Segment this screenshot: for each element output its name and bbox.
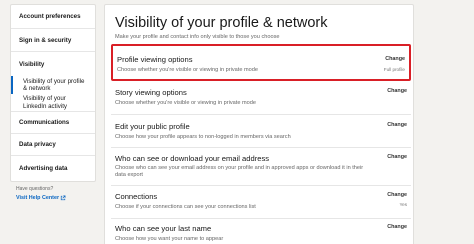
- setting-description: Choose who can see your email address on…: [115, 165, 364, 178]
- setting-row-profile-viewing[interactable]: Profile viewing options Choose whether y…: [111, 44, 411, 81]
- help-center-label: Visit Help Center: [16, 195, 60, 201]
- sidebar-item-account-preferences[interactable]: Account preferences: [11, 5, 95, 29]
- help-question: Have questions?: [16, 186, 54, 192]
- sidebar-item-communications[interactable]: Communications: [11, 112, 95, 134]
- setting-description: Choose how your profile appears to non-l…: [115, 134, 291, 140]
- setting-row-connections[interactable]: Connections Choose if your connections c…: [111, 186, 411, 219]
- setting-row-email-visibility[interactable]: Who can see or download your email addre…: [111, 148, 411, 186]
- page-subtitle: Make your profile and contact info only …: [115, 34, 280, 40]
- setting-value: Yes: [399, 202, 408, 207]
- sidebar-item-advertising-data[interactable]: Advertising data: [11, 156, 95, 181]
- setting-row-story-viewing[interactable]: Story viewing options Choose whether you…: [111, 83, 411, 115]
- setting-title: Profile viewing options: [117, 55, 193, 64]
- visibility-panel: Visibility of your profile & network Mak…: [104, 4, 414, 244]
- sidebar-item-label: Account preferences: [19, 13, 81, 20]
- sidebar-item-visibility[interactable]: Visibility: [11, 52, 95, 76]
- setting-description: Choose whether you're visible or viewing…: [115, 100, 256, 106]
- change-button[interactable]: Change: [385, 56, 405, 62]
- change-button[interactable]: Change: [387, 88, 407, 94]
- sidebar-subitem-linkedin-activity[interactable]: Visibility of your LinkedIn activity: [11, 94, 95, 112]
- sidebar-subitem-label: Visibility of your profile & network: [23, 77, 85, 93]
- sidebar-item-label: Visibility: [19, 60, 45, 68]
- sidebar-item-label: Data privacy: [19, 141, 56, 148]
- setting-description: Choose whether you're visible or viewing…: [117, 67, 258, 73]
- sidebar-item-label: Sign in & security: [19, 36, 72, 44]
- settings-sidebar: Account preferences Sign in & security V…: [10, 4, 96, 182]
- sidebar-subitem-profile-network[interactable]: Visibility of your profile & network: [11, 76, 95, 94]
- sidebar-item-label: Communications: [19, 119, 70, 126]
- page-title: Visibility of your profile & network: [115, 15, 328, 31]
- sidebar-item-sign-in-security[interactable]: Sign in & security: [11, 29, 95, 52]
- help-center-link[interactable]: Visit Help Center: [16, 195, 66, 201]
- setting-title: Edit your public profile: [115, 122, 190, 131]
- change-button[interactable]: Change: [387, 192, 407, 198]
- sidebar-item-data-privacy[interactable]: Data privacy: [11, 134, 95, 156]
- setting-description: Choose if your connections can see your …: [115, 204, 256, 210]
- sidebar-item-label: Advertising data: [19, 165, 68, 172]
- setting-row-last-name[interactable]: Who can see your last name Choose how yo…: [111, 219, 411, 244]
- setting-title: Story viewing options: [115, 88, 187, 97]
- setting-title: Who can see your last name: [115, 224, 212, 233]
- setting-row-public-profile[interactable]: Edit your public profile Choose how your…: [111, 115, 411, 148]
- change-button[interactable]: Change: [387, 224, 407, 230]
- external-link-icon: [60, 195, 66, 201]
- setting-description: Choose how you want your name to appear: [115, 236, 224, 242]
- change-button[interactable]: Change: [387, 122, 407, 128]
- change-button[interactable]: Change: [387, 154, 407, 160]
- setting-title: Who can see or download your email addre…: [115, 154, 270, 163]
- setting-title: Connections: [115, 192, 158, 201]
- sidebar-subitem-label: Visibility of your LinkedIn activity: [23, 95, 68, 110]
- setting-value: Full profile: [383, 67, 405, 72]
